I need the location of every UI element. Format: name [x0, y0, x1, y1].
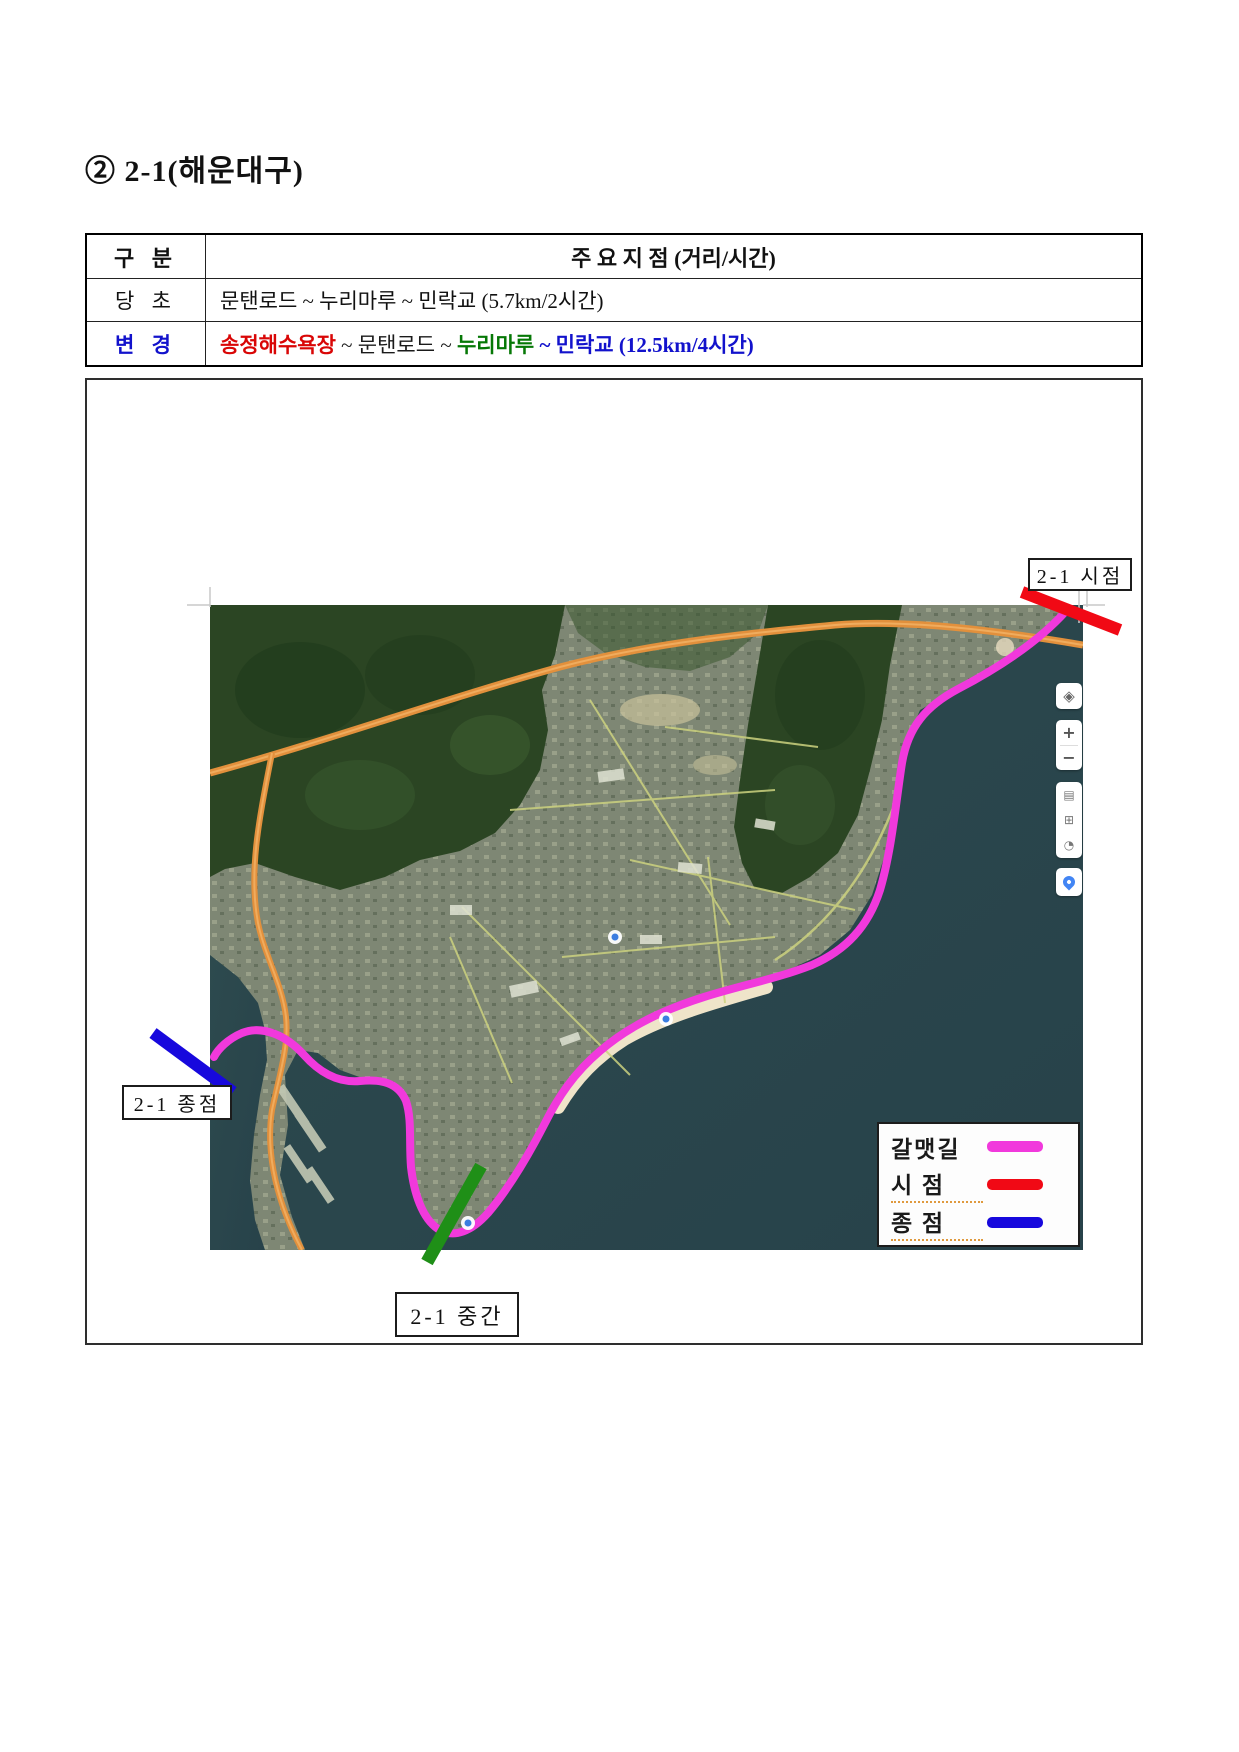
- legend-route-swatch: [987, 1141, 1043, 1152]
- legend-end-swatch: [987, 1217, 1043, 1228]
- end-point-label: 2-1 종점: [122, 1085, 232, 1120]
- my-location-button[interactable]: [1056, 868, 1082, 896]
- changed-route: 송정해수욕장 ~ 문탠로드 ~ 누리마루 ~ 민락교 (12.5km/4시간): [206, 322, 1143, 367]
- legend-end-label: 종 점: [891, 1204, 983, 1241]
- changed-seg-end: ~ 민락교 (12.5km/4시간): [534, 333, 754, 357]
- map-figure-box: 2-1 시점 2-1 종점 2-1 중간 갈맷길 시 점 종 점 ◈: [85, 378, 1143, 1345]
- legend-row-start: 시 점: [879, 1170, 1078, 1200]
- zoom-in-button[interactable]: +: [1062, 721, 1075, 745]
- compass-icon: ◈: [1063, 687, 1075, 705]
- table-row-original: 당 초 문탠로드 ~ 누리마루 ~ 민락교 (5.7km/2시간): [86, 279, 1142, 322]
- mid-point-label: 2-1 중간: [395, 1292, 519, 1337]
- map-tools-group: ▤ ⊞ ◔: [1056, 782, 1082, 858]
- document-page: ② 2-1(해운대구) 구 분 주 요 지 점 (거리/시간) 당 초 문탠로드…: [0, 0, 1239, 1752]
- rotate-icon[interactable]: ◔: [1064, 838, 1074, 852]
- compass-button[interactable]: ◈: [1056, 683, 1082, 709]
- map-legend: 갈맷길 시 점 종 점: [877, 1122, 1080, 1247]
- route-summary-table: 구 분 주 요 지 점 (거리/시간) 당 초 문탠로드 ~ 누리마루 ~ 민락…: [85, 233, 1143, 367]
- header-points: 주 요 지 점 (거리/시간): [206, 234, 1143, 279]
- map-controls: ◈ + − ▤ ⊞ ◔: [1056, 683, 1082, 896]
- changed-label: 변 경: [86, 322, 206, 367]
- location-pin-icon: [1061, 874, 1078, 891]
- table-row-changed: 변 경 송정해수욕장 ~ 문탠로드 ~ 누리마루 ~ 민락교 (12.5km/4…: [86, 322, 1142, 367]
- original-route: 문탠로드 ~ 누리마루 ~ 민락교 (5.7km/2시간): [206, 279, 1143, 322]
- changed-seg-nurimaru: 누리마루: [457, 333, 534, 357]
- changed-seg-start: 송정해수욕장: [220, 333, 336, 357]
- zoom-control: + −: [1056, 720, 1082, 770]
- page-title: ② 2-1(해운대구): [85, 146, 304, 190]
- header-category: 구 분: [86, 234, 206, 279]
- legend-row-route: 갈맷길: [879, 1132, 1078, 1162]
- start-point-label: 2-1 시점: [1028, 558, 1132, 591]
- table-header-row: 구 분 주 요 지 점 (거리/시간): [86, 234, 1142, 279]
- zoom-out-button[interactable]: −: [1062, 746, 1075, 770]
- legend-row-end: 종 점: [879, 1208, 1078, 1238]
- changed-seg-mid: ~ 문탠로드 ~: [336, 333, 457, 357]
- layers-icon[interactable]: ▤: [1063, 788, 1074, 802]
- original-label: 당 초: [86, 279, 206, 322]
- grid-icon[interactable]: ⊞: [1064, 813, 1074, 827]
- legend-route-label: 갈맷길: [891, 1130, 983, 1164]
- legend-start-swatch: [987, 1179, 1043, 1190]
- legend-start-label: 시 점: [891, 1166, 983, 1203]
